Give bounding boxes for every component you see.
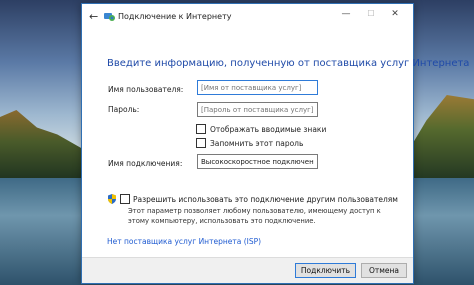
remember-password-label: Запомнить этот пароль <box>210 138 304 148</box>
maximize-button[interactable]: ☐ <box>364 9 378 18</box>
mountain-left <box>0 110 82 180</box>
dialog-footer: Подключить Отмена <box>82 257 413 283</box>
username-label: Имя пользователя: <box>108 85 184 94</box>
allow-sharing-checkbox[interactable] <box>120 194 130 204</box>
username-input[interactable] <box>197 80 318 95</box>
network-globe-icon <box>104 13 115 21</box>
password-input[interactable] <box>197 102 318 117</box>
uac-shield-icon <box>108 194 116 204</box>
sharing-description: Этот параметр позволяет любому пользоват… <box>128 207 381 225</box>
window-title: Подключение к Интернету <box>118 12 232 21</box>
mountain-right <box>406 95 474 180</box>
remember-password-row[interactable]: Запомнить этот пароль <box>196 138 303 148</box>
allow-sharing-label: Разрешить использовать это подключение д… <box>133 194 398 204</box>
connect-to-internet-dialog: ← Подключение к Интернету — ☐ ✕ Введите … <box>81 3 469 284</box>
allow-sharing-row[interactable]: Разрешить использовать это подключение д… <box>107 194 398 204</box>
remember-password-checkbox[interactable] <box>196 138 206 148</box>
no-isp-link[interactable]: Нет поставщика услуг Интернета (ISP) <box>107 237 261 246</box>
show-chars-row[interactable]: Отображать вводимые знаки <box>196 124 326 134</box>
minimize-button[interactable]: — <box>339 9 353 19</box>
back-arrow-icon[interactable]: ← <box>89 10 98 23</box>
show-chars-label: Отображать вводимые знаки <box>210 124 327 134</box>
close-button[interactable]: ✕ <box>388 9 402 19</box>
connection-name-input[interactable] <box>197 154 318 169</box>
page-heading: Введите информацию, полученную от постав… <box>107 58 470 69</box>
cancel-button[interactable]: Отмена <box>361 263 407 278</box>
password-label: Пароль: <box>108 105 140 114</box>
title-bar: ← Подключение к Интернету — ☐ ✕ <box>82 4 413 30</box>
show-chars-checkbox[interactable] <box>196 124 206 134</box>
connection-name-label: Имя подключения: <box>108 159 183 168</box>
connect-button[interactable]: Подключить <box>295 263 356 278</box>
